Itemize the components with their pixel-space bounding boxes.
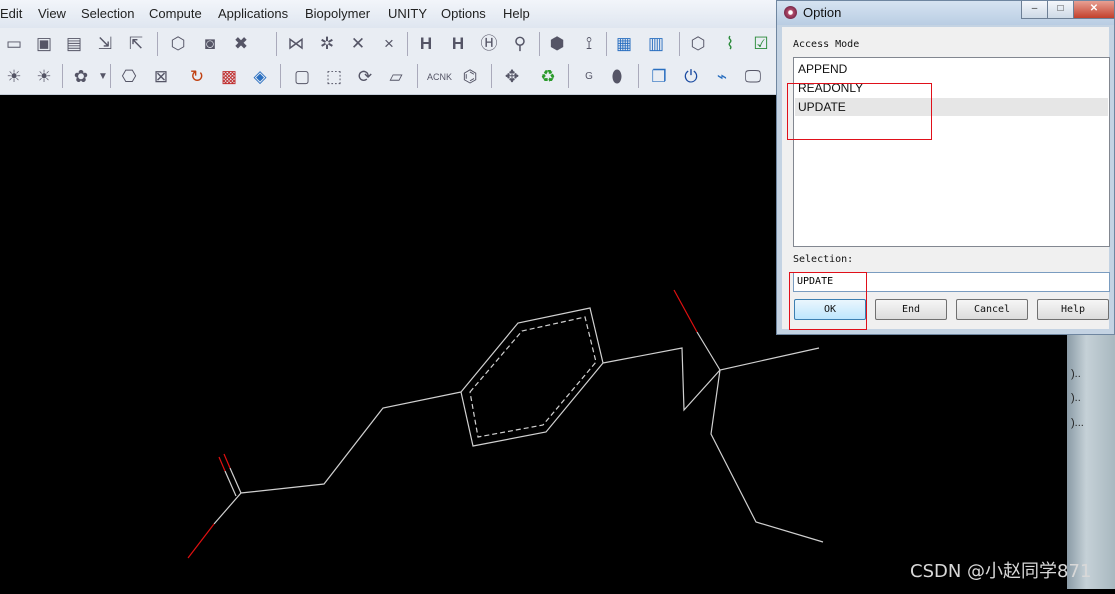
fit-icon[interactable]: ⬚ [323,66,345,88]
recycle-icon[interactable]: ♻ [537,66,559,88]
surface-icon[interactable]: ⬢ [546,33,568,55]
x-tool-icon[interactable]: × [378,33,400,55]
sequence-icon[interactable]: ACNK [427,66,452,88]
select-rect-icon[interactable]: ▢ [291,66,313,88]
minimize-button[interactable]: – [1021,1,1048,19]
oxygen-bond [673,289,698,333]
mouse-icon[interactable]: ⬮ [606,66,628,88]
list-item-append[interactable]: APPEND [798,62,847,76]
carbonyl-bond [229,467,242,494]
background-window-strip: ).. ).. )... [1067,330,1115,589]
oxygen-bond [223,453,231,469]
oxygen-bond [218,456,226,472]
selection-label: Selection: [793,254,854,265]
link-icon[interactable]: ⚲ [509,33,531,55]
menu-unity[interactable]: UNITY [388,6,427,21]
checklist-icon[interactable]: ☑ [750,33,772,55]
annotation-box-update [787,83,932,140]
menu-help[interactable]: Help [503,6,530,21]
menu-selection[interactable]: Selection [81,6,134,21]
toolbar-separator [276,32,277,56]
g-icon[interactable]: G [578,66,600,88]
refresh-icon[interactable]: ↻ [186,66,208,88]
toolbar-separator [679,32,680,56]
move-icon[interactable]: ✥ [501,66,523,88]
oxygen-bond [187,523,215,559]
save-as-icon[interactable]: ▤ [63,33,85,55]
toolbar-separator [606,32,607,56]
delete-icon[interactable]: ✖ [230,33,252,55]
toolbar-separator [568,64,569,88]
branch-chain [710,369,824,543]
toolbar-separator [407,32,408,56]
bond-tool-icon[interactable]: ⋈ [285,33,307,55]
palette-icon[interactable]: ✿ [70,66,92,88]
hydrogen-icon[interactable]: H [447,33,469,55]
propanoic-chain [213,391,462,525]
menu-view[interactable]: View [38,6,66,21]
toolbar-separator [62,64,63,88]
lightbulb-dropdown-icon[interactable]: ☀ [33,66,55,88]
menu-biopolymer[interactable]: Biopolymer [305,6,370,21]
toolbar-separator [539,32,540,56]
hexagon-icon[interactable]: ⬡ [687,33,709,55]
ring-tool-icon[interactable]: ✲ [316,33,338,55]
add-hydrogens-icon[interactable]: H [415,33,437,55]
strip-text: )... [1071,417,1084,429]
cancel-button[interactable]: Cancel [956,299,1028,320]
toolbar-separator [417,64,418,88]
cross-tool-icon[interactable]: ✕ [347,33,369,55]
dialog-titlebar[interactable]: Option – □ ✕ [777,1,1115,25]
plot-icon[interactable]: ⌇ [719,33,741,55]
export-icon[interactable]: ⇱ [125,33,147,55]
dialog-title: Option [803,5,842,20]
lightbulb-icon[interactable]: ☀ [3,66,25,88]
toolbar-main: ▭ ▣ ▤ ⇲ ⇱ ⬡ ◙ ✖ ⋈ ✲ ✕ × H H Ⓗ ⚲ ⬢ ⟟ ▦ ▥ … [0,28,780,61]
toolbar-separator [280,64,281,88]
rotate-icon[interactable]: ⟳ [354,66,376,88]
toolbar-separator [110,64,111,88]
table-icon[interactable]: ▥ [645,33,667,55]
label-icon[interactable]: ⎔ [118,66,140,88]
strip-text: ).. [1071,392,1081,404]
power-icon[interactable]: ⏻ [680,66,702,88]
strip-text: ).. [1071,368,1081,380]
aromatic-bonds [469,316,597,438]
help-button[interactable]: Help [1037,299,1109,320]
window-check-icon[interactable]: ▦ [613,33,635,55]
alkyl-chain [602,347,820,412]
eraser-icon[interactable]: ▱ [385,66,407,88]
windows-icon[interactable]: ❐ [648,66,670,88]
close-button[interactable]: ✕ [1073,1,1115,19]
import-icon[interactable]: ⇲ [94,33,116,55]
carbonyl-bond [224,470,237,497]
menu-compute[interactable]: Compute [149,6,202,21]
toolbar-separator [491,64,492,88]
toolbar-separator [157,32,158,56]
end-button[interactable]: End [875,299,947,320]
maximize-button[interactable]: □ [1047,1,1074,19]
hydroxyl-bond [696,331,721,371]
label-remove-icon[interactable]: ⊠ [150,66,172,88]
app-icon [784,6,797,19]
toolbar-secondary: ☀ ☀ ✿ ▼ ⎔ ⊠ ↻ ▩ ◈ ▢ ⬚ ⟳ ▱ ACNK ⌬ ✥ ♻ G ⬮… [0,60,780,95]
toolbar-separator [638,64,639,88]
menu-edit[interactable]: Edit [0,6,22,21]
watermark: CSDN @小赵同学871 [910,561,1092,582]
helix-icon[interactable]: ⌬ [459,66,481,88]
network-icon[interactable]: ⌁ [711,66,733,88]
menu-options[interactable]: Options [441,6,486,21]
menu-applications[interactable]: Applications [218,6,288,21]
access-mode-label: Access Mode [793,39,860,50]
hydrogen-circle-icon[interactable]: Ⓗ [478,33,500,55]
open-icon[interactable]: ▭ [3,33,25,55]
save-icon[interactable]: ▣ [33,33,55,55]
stereo-icon[interactable]: ◈ [249,66,271,88]
molecule-icon[interactable]: ⬡ [167,33,189,55]
camera-icon[interactable]: ◙ [199,33,221,55]
grid-icon[interactable]: ▩ [218,66,240,88]
monitor-icon[interactable]: 🖵 [742,66,764,88]
torsion-icon[interactable]: ⟟ [578,33,600,55]
annotation-box-ok [789,272,867,330]
